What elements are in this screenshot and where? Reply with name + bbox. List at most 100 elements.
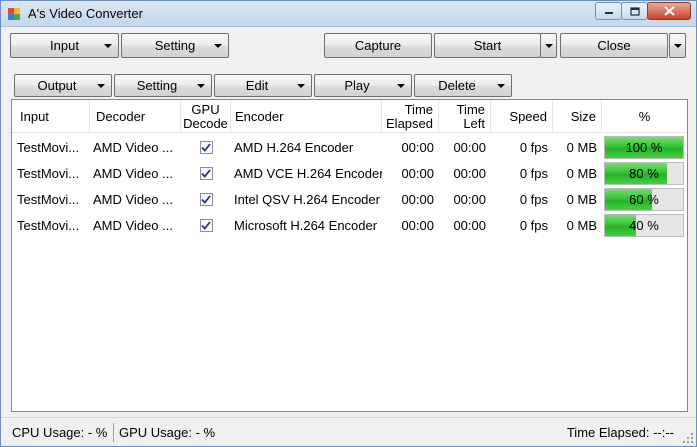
title-bar[interactable]: A's Video Converter bbox=[1, 1, 696, 27]
progress-label: 60 % bbox=[629, 192, 659, 207]
column-header-percent[interactable]: % bbox=[602, 100, 687, 133]
main-content: Input Setting Capture Start Close Output… bbox=[1, 27, 696, 446]
cell-speed: 0 fps bbox=[519, 165, 548, 181]
table-row[interactable]: TestMovi... AMD Video ... AMD H.264 Encode… bbox=[12, 134, 687, 160]
job-list-table[interactable]: Input Decoder GPU Decode Encoder Time El… bbox=[11, 99, 688, 412]
column-header-encoder[interactable]: Encoder bbox=[231, 100, 382, 133]
column-header-decoder-label: Decoder bbox=[96, 109, 146, 124]
capture-button[interactable]: Capture bbox=[324, 33, 432, 58]
column-header-decode-label: Decode bbox=[183, 115, 228, 131]
chevron-down-icon bbox=[297, 84, 305, 88]
start-button-label: Start bbox=[473, 38, 502, 53]
cell-input: TestMovi... bbox=[17, 217, 80, 233]
column-header-input[interactable]: Input bbox=[12, 100, 90, 133]
cell-size: 0 MB bbox=[566, 217, 597, 233]
cell-time-left: 00:00 bbox=[453, 191, 486, 207]
list-setting-button[interactable]: Setting bbox=[114, 74, 212, 97]
resize-grip-icon[interactable] bbox=[682, 432, 694, 444]
edit-button-label: Edit bbox=[245, 78, 269, 93]
cell-time-elapsed: 00:00 bbox=[401, 139, 434, 155]
start-dropdown-button[interactable] bbox=[540, 33, 557, 58]
gpu-decode-checkbox[interactable] bbox=[199, 218, 213, 232]
chevron-down-icon bbox=[197, 84, 205, 88]
column-header-speed[interactable]: Speed bbox=[491, 100, 553, 133]
play-button[interactable]: Play bbox=[314, 74, 412, 97]
table-header: Input Decoder GPU Decode Encoder Time El… bbox=[12, 100, 687, 133]
window-title: A's Video Converter bbox=[28, 6, 143, 21]
chevron-down-icon bbox=[545, 44, 553, 48]
cell-time-left: 00:00 bbox=[453, 217, 486, 233]
cell-size: 0 MB bbox=[566, 165, 597, 181]
cell-decoder: AMD Video ... bbox=[93, 217, 173, 233]
column-header-encoder-label: Encoder bbox=[235, 109, 284, 124]
time-elapsed-status: Time Elapsed: --:-- bbox=[566, 425, 674, 440]
column-header-input-label: Input bbox=[20, 109, 49, 124]
setting-button[interactable]: Setting bbox=[121, 33, 229, 58]
cell-time-elapsed: 00:00 bbox=[401, 165, 434, 181]
cell-speed: 0 fps bbox=[519, 217, 548, 233]
column-header-decoder[interactable]: Decoder bbox=[90, 100, 181, 133]
gpu-decode-checkbox[interactable] bbox=[199, 140, 213, 154]
minimize-icon bbox=[604, 12, 613, 14]
app-window: A's Video Converter Input Setting Captur… bbox=[0, 0, 697, 447]
cell-time-left: 00:00 bbox=[453, 165, 486, 181]
chevron-down-icon bbox=[397, 84, 405, 88]
cell-time-left: 00:00 bbox=[453, 139, 486, 155]
maximize-button[interactable] bbox=[621, 2, 648, 20]
capture-button-label: Capture bbox=[354, 38, 402, 53]
cell-input: TestMovi... bbox=[17, 139, 80, 155]
table-row[interactable]: TestMovi... AMD Video ... Intel QSV H.264 … bbox=[12, 186, 687, 212]
column-header-percent-label: % bbox=[638, 109, 651, 124]
close-button[interactable]: Close bbox=[560, 33, 668, 58]
edit-button[interactable]: Edit bbox=[214, 74, 312, 97]
column-header-speed-label: Speed bbox=[509, 109, 547, 124]
table-row[interactable]: TestMovi... AMD Video ... AMD VCE H.264 En… bbox=[12, 160, 687, 186]
close-window-button[interactable] bbox=[647, 2, 691, 20]
cell-input: TestMovi... bbox=[17, 191, 80, 207]
cell-encoder: AMD VCE H.264 Encoder bbox=[234, 165, 382, 181]
progress-label: 80 % bbox=[629, 166, 659, 181]
chevron-down-icon bbox=[674, 44, 682, 48]
chevron-down-icon bbox=[497, 84, 505, 88]
column-header-time-elapsed[interactable]: Time Elapsed bbox=[382, 100, 439, 133]
maximize-icon bbox=[629, 6, 640, 16]
progress-bar: 80 % bbox=[604, 162, 684, 185]
start-button[interactable]: Start bbox=[434, 33, 541, 58]
cell-gpu-decode bbox=[181, 160, 231, 186]
column-header-time-left[interactable]: Time Left bbox=[439, 100, 491, 133]
cell-input: TestMovi... bbox=[17, 165, 80, 181]
input-button[interactable]: Input bbox=[10, 33, 119, 58]
progress-label: 40 % bbox=[629, 218, 659, 233]
input-button-label: Input bbox=[50, 38, 79, 53]
chevron-down-icon bbox=[97, 84, 105, 88]
list-setting-button-label: Setting bbox=[136, 78, 178, 93]
checkmark-icon bbox=[201, 220, 211, 230]
table-row[interactable]: TestMovi... AMD Video ... Microsoft H.264 … bbox=[12, 212, 687, 238]
progress-bar: 60 % bbox=[604, 188, 684, 211]
checkmark-icon bbox=[201, 194, 211, 204]
gpu-decode-checkbox[interactable] bbox=[199, 166, 213, 180]
cell-gpu-decode bbox=[181, 186, 231, 212]
minimize-button[interactable] bbox=[595, 2, 622, 20]
close-button-label: Close bbox=[597, 38, 631, 53]
cell-size: 0 MB bbox=[566, 139, 597, 155]
gpu-decode-checkbox[interactable] bbox=[199, 192, 213, 206]
delete-button[interactable]: Delete bbox=[414, 74, 512, 97]
column-header-time-elapsed-label-2: Elapsed bbox=[386, 115, 433, 131]
chevron-down-icon bbox=[104, 44, 112, 48]
output-button-label: Output bbox=[37, 78, 77, 93]
checkmark-icon bbox=[201, 168, 211, 178]
column-header-size[interactable]: Size bbox=[553, 100, 602, 133]
cell-size: 0 MB bbox=[566, 191, 597, 207]
cell-decoder: AMD Video ... bbox=[93, 191, 173, 207]
column-header-time-elapsed-label-1: Time bbox=[404, 101, 433, 117]
output-button[interactable]: Output bbox=[14, 74, 112, 97]
cell-speed: 0 fps bbox=[519, 139, 548, 155]
status-bar: CPU Usage: - % GPU Usage: - % Time Elaps… bbox=[1, 417, 696, 446]
column-header-gpu-decode[interactable]: GPU Decode bbox=[181, 100, 231, 133]
checkmark-icon bbox=[201, 142, 211, 152]
play-button-label: Play bbox=[344, 78, 370, 93]
delete-button-label: Delete bbox=[438, 78, 476, 93]
cell-gpu-decode bbox=[181, 134, 231, 160]
close-dropdown-button[interactable] bbox=[669, 33, 686, 58]
